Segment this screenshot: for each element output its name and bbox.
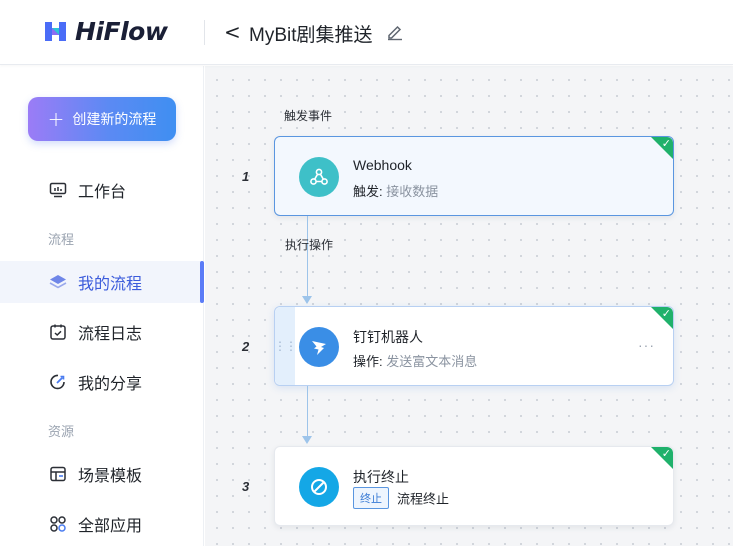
connector-line [307, 216, 308, 296]
node-sub-label: 操作: [353, 354, 383, 369]
sidebar: + 创建新的流程 工作台 流程 我的流程 流程日志 我的分享 资源 场景模板 全… [0, 66, 204, 546]
node-title: 执行终止 [353, 469, 409, 485]
edit-pencil-icon[interactable] [386, 23, 404, 41]
check-icon: ✓ [661, 447, 671, 460]
arrow-down-icon [302, 296, 312, 304]
step-number: 3 [242, 479, 250, 494]
action-caption: 执行操作 [285, 238, 334, 252]
check-icon: ✓ [661, 307, 671, 320]
node-subtitle: 操作: 发送富文本消息 [353, 351, 477, 370]
sidebar-item-my-flows[interactable]: 我的流程 [0, 261, 204, 303]
section-label-resource: 资源 [48, 424, 75, 439]
node-subtitle: 触发: 接收数据 [353, 181, 438, 200]
sidebar-item-templates[interactable]: 场景模板 [0, 453, 204, 495]
flow-title: MyBit剧集推送 [249, 25, 373, 46]
top-header: HiFlow < MyBit剧集推送 [0, 0, 733, 65]
flow-node-terminate[interactable]: 执行终止 终止 流程终止 ✓ [274, 446, 674, 526]
more-options-button[interactable]: ··· [638, 337, 655, 353]
create-flow-button[interactable]: + 创建新的流程 [28, 97, 176, 141]
hiflow-logo-icon [45, 22, 66, 41]
header-divider [204, 20, 205, 45]
node-sub-value: 接收数据 [386, 184, 439, 199]
plus-icon: + [47, 107, 65, 131]
template-icon [48, 464, 68, 484]
trigger-caption: 触发事件 [284, 109, 333, 123]
sidebar-item-label: 全部应用 [78, 518, 143, 535]
node-sub-value: 发送富文本消息 [386, 354, 478, 369]
flow-node-dingtalk[interactable]: ⋮⋮ 钉钉机器人 操作: 发送富文本消息 ··· ✓ [274, 306, 674, 386]
node-sub-value: 流程终止 [397, 491, 450, 507]
sidebar-item-label: 我的流程 [78, 276, 143, 293]
logo-text: HiFlow [75, 17, 168, 46]
app-logo[interactable]: HiFlow [42, 17, 168, 46]
step-number: 1 [242, 169, 250, 184]
node-title: 钉钉机器人 [353, 329, 423, 345]
connector-line [307, 386, 308, 436]
arrow-down-icon [302, 436, 312, 444]
sidebar-item-label: 场景模板 [78, 468, 143, 485]
calendar-check-icon [48, 322, 68, 342]
node-title: Webhook [353, 157, 412, 173]
sidebar-item-label: 流程日志 [78, 326, 143, 343]
sidebar-item-label: 工作台 [78, 184, 127, 201]
dingtalk-icon [299, 327, 339, 367]
layers-icon [48, 272, 68, 292]
stop-icon [299, 467, 339, 507]
flow-node-webhook[interactable]: Webhook 触发: 接收数据 ✓ [274, 136, 674, 216]
sidebar-item-my-shares[interactable]: 我的分享 [0, 361, 204, 403]
webhook-icon [299, 157, 339, 197]
sidebar-item-all-apps[interactable]: 全部应用 [0, 503, 204, 545]
section-label-flow: 流程 [48, 232, 75, 247]
step-number: 2 [242, 339, 250, 354]
flow-canvas[interactable]: 触发事件 1 Webhook 触发: 接收数据 ✓ 执行操作 2 ⋮⋮ 钉钉机器… [205, 66, 733, 546]
node-sub-label: 触发: [353, 184, 383, 199]
terminate-tag: 终止 [353, 487, 389, 509]
drag-handle-icon[interactable]: ⋮⋮ [274, 307, 297, 385]
share-gauge-icon [48, 372, 68, 392]
sidebar-item-workbench[interactable]: 工作台 [0, 169, 204, 211]
back-button[interactable]: < [224, 20, 241, 44]
check-icon: ✓ [661, 137, 671, 150]
sidebar-item-label: 我的分享 [78, 376, 143, 393]
node-subtitle: 终止 流程终止 [353, 487, 449, 509]
monitor-icon [48, 180, 68, 200]
create-flow-label: 创建新的流程 [72, 111, 157, 127]
apps-grid-icon [48, 514, 68, 534]
sidebar-item-flow-logs[interactable]: 流程日志 [0, 311, 204, 353]
